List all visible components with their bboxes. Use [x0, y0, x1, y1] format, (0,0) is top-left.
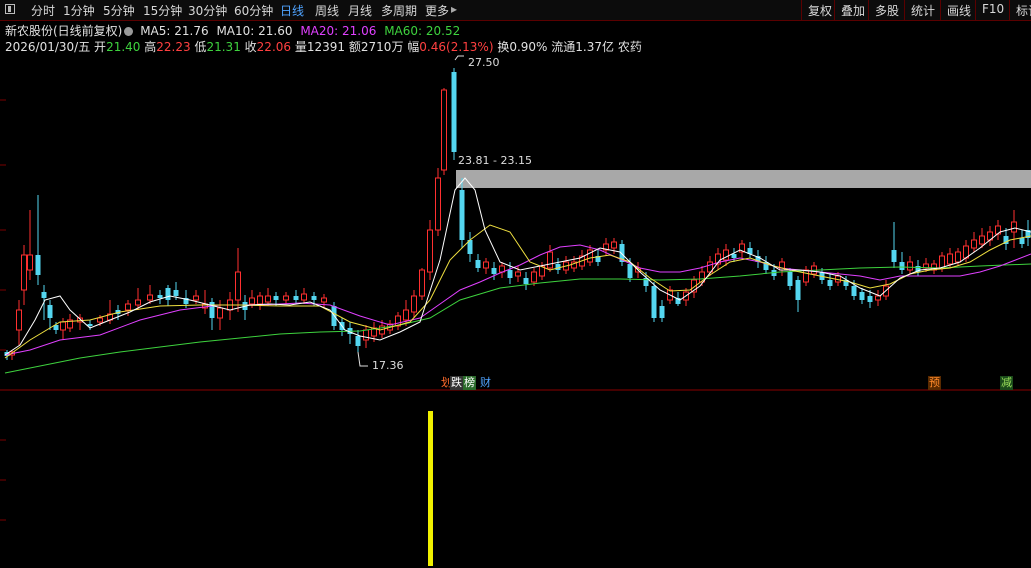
candle-body [47, 305, 53, 318]
candle-body [257, 295, 263, 305]
event-badge-jian[interactable]: 减 [1000, 376, 1013, 390]
candle-body [16, 309, 22, 331]
candle-body [87, 324, 93, 326]
candle-body [483, 261, 489, 269]
candle-body [939, 255, 945, 269]
candle-body [651, 286, 657, 318]
candle-body [311, 296, 317, 300]
candle-body [355, 336, 361, 346]
candle-body [135, 299, 141, 306]
event-badge-cai[interactable]: 财 [479, 376, 492, 390]
candle-body [35, 255, 41, 275]
candle-body [955, 251, 961, 263]
band-range-label: 23.81 - 23.15 [458, 154, 532, 167]
event-badge-die[interactable]: 跌 [450, 376, 463, 390]
candle-body [899, 262, 905, 270]
candle-body [947, 253, 953, 265]
candle-body [867, 296, 873, 302]
candle-body [1011, 221, 1017, 233]
candle-body [803, 269, 809, 283]
low-price-label: 17.36 [372, 359, 404, 372]
candle-body [60, 321, 66, 331]
candle-body [403, 309, 409, 321]
candle-body [971, 239, 977, 249]
kline-chart[interactable]: 27.50 17.36 23.81 - 23.15 [0, 0, 1031, 568]
candle-body [875, 295, 881, 301]
candle-body [627, 264, 633, 278]
candle-body [851, 286, 857, 296]
axis-ticks [0, 99, 6, 521]
candle-body [301, 293, 307, 301]
candle-body [859, 292, 865, 300]
candle-body [611, 241, 617, 249]
candle-body [165, 288, 171, 300]
low-marker [357, 351, 368, 367]
candle-body [459, 190, 465, 240]
candle-body [293, 296, 299, 300]
price-band [456, 170, 1031, 188]
candle-body [531, 271, 537, 283]
candle-body [97, 317, 103, 323]
event-badge-yu[interactable]: 预 [928, 376, 941, 390]
candle-body [41, 292, 47, 298]
candle-body [419, 269, 425, 297]
candle-body [157, 295, 163, 298]
candle-body [209, 302, 215, 318]
candle-body [193, 295, 199, 301]
ma10-line [4, 224, 1031, 359]
candle-body [475, 260, 481, 268]
candle-body [441, 89, 447, 171]
candle-body [787, 272, 793, 286]
candle-body [427, 229, 433, 273]
candle-body [321, 297, 327, 303]
high-marker [454, 55, 464, 61]
candle-body [173, 290, 179, 296]
candle-body [265, 295, 271, 303]
candle-body [1019, 238, 1025, 244]
candle-body [547, 251, 553, 269]
candle-body [907, 261, 913, 271]
candle-body [27, 254, 33, 271]
candle-body [363, 329, 369, 341]
candle-body [795, 280, 801, 300]
candle-body [283, 295, 289, 301]
event-badge-bang[interactable]: 榜 [463, 376, 476, 390]
candle-body [235, 271, 241, 301]
candle-body [891, 250, 897, 262]
candle-body [659, 306, 665, 318]
candle-body [731, 254, 737, 258]
candle-body [491, 268, 497, 274]
high-price-label: 27.50 [468, 56, 500, 69]
candle-body [125, 303, 131, 311]
candle-body [515, 271, 521, 277]
candle-body [217, 307, 223, 319]
candle-body [723, 249, 729, 261]
candle-body [827, 280, 833, 286]
candle-body [435, 177, 441, 231]
candles [4, 68, 1031, 360]
candle-body [507, 270, 513, 278]
candle-body [451, 72, 457, 152]
candle-body [21, 254, 27, 291]
candle-body [979, 235, 985, 245]
candle-body [523, 278, 529, 284]
candle-body [147, 294, 153, 301]
volume-bar [428, 411, 433, 566]
candle-body [249, 297, 255, 305]
candle-body [273, 296, 279, 300]
candle-body [411, 295, 417, 313]
candle-body [555, 264, 561, 270]
